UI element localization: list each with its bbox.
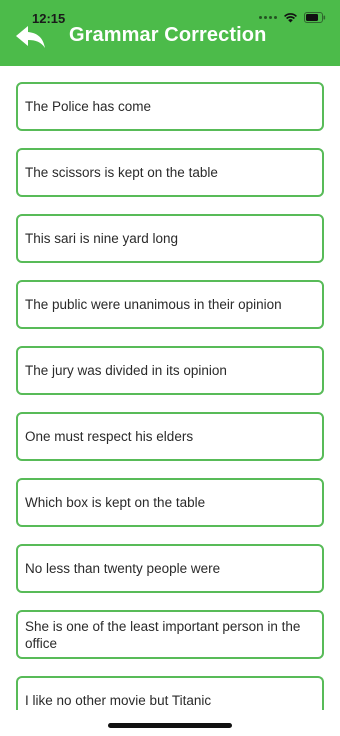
list-item-text: Which box is kept on the table [25, 495, 206, 510]
back-button[interactable] [14, 24, 48, 50]
list-item-text: One must respect his elders [25, 429, 194, 444]
app-header: 12:15 Grammar Correction [0, 0, 340, 66]
list-item-text: She is one of the least important person… [25, 618, 301, 651]
list-item[interactable]: This sari is nine yard long [16, 214, 324, 263]
home-indicator[interactable] [108, 723, 232, 728]
list-item[interactable]: No less than twenty people were [16, 544, 324, 593]
list-item-text: The jury was divided in its opinion [25, 363, 227, 378]
list-item-text: This sari is nine yard long [25, 231, 179, 246]
page-title: Grammar Correction [69, 24, 267, 46]
list-item[interactable]: I like no other movie but Titanic [16, 676, 324, 710]
battery-icon [304, 12, 326, 23]
list-item[interactable]: The scissors is kept on the table [16, 148, 324, 197]
list-item[interactable]: One must respect his elders [16, 412, 324, 461]
list-item-text: The public were unanimous in their opini… [25, 297, 282, 312]
list-item-text: No less than twenty people were [25, 561, 221, 576]
list-item[interactable]: The jury was divided in its opinion [16, 346, 324, 395]
list-item-text: I like no other movie but Titanic [25, 693, 212, 708]
list-item-text: The Police has come [25, 99, 152, 114]
list-item-text: The scissors is kept on the table [25, 165, 218, 180]
list-item[interactable]: She is one of the least important person… [16, 610, 324, 659]
back-arrow-icon [16, 26, 45, 48]
status-icons [259, 12, 326, 23]
wifi-icon [283, 12, 298, 23]
list-item[interactable]: Which box is kept on the table [16, 478, 324, 527]
list-item[interactable]: The public were unanimous in their opini… [16, 280, 324, 329]
signal-dots-icon [259, 16, 277, 19]
list-item[interactable]: The Police has come [16, 82, 324, 131]
